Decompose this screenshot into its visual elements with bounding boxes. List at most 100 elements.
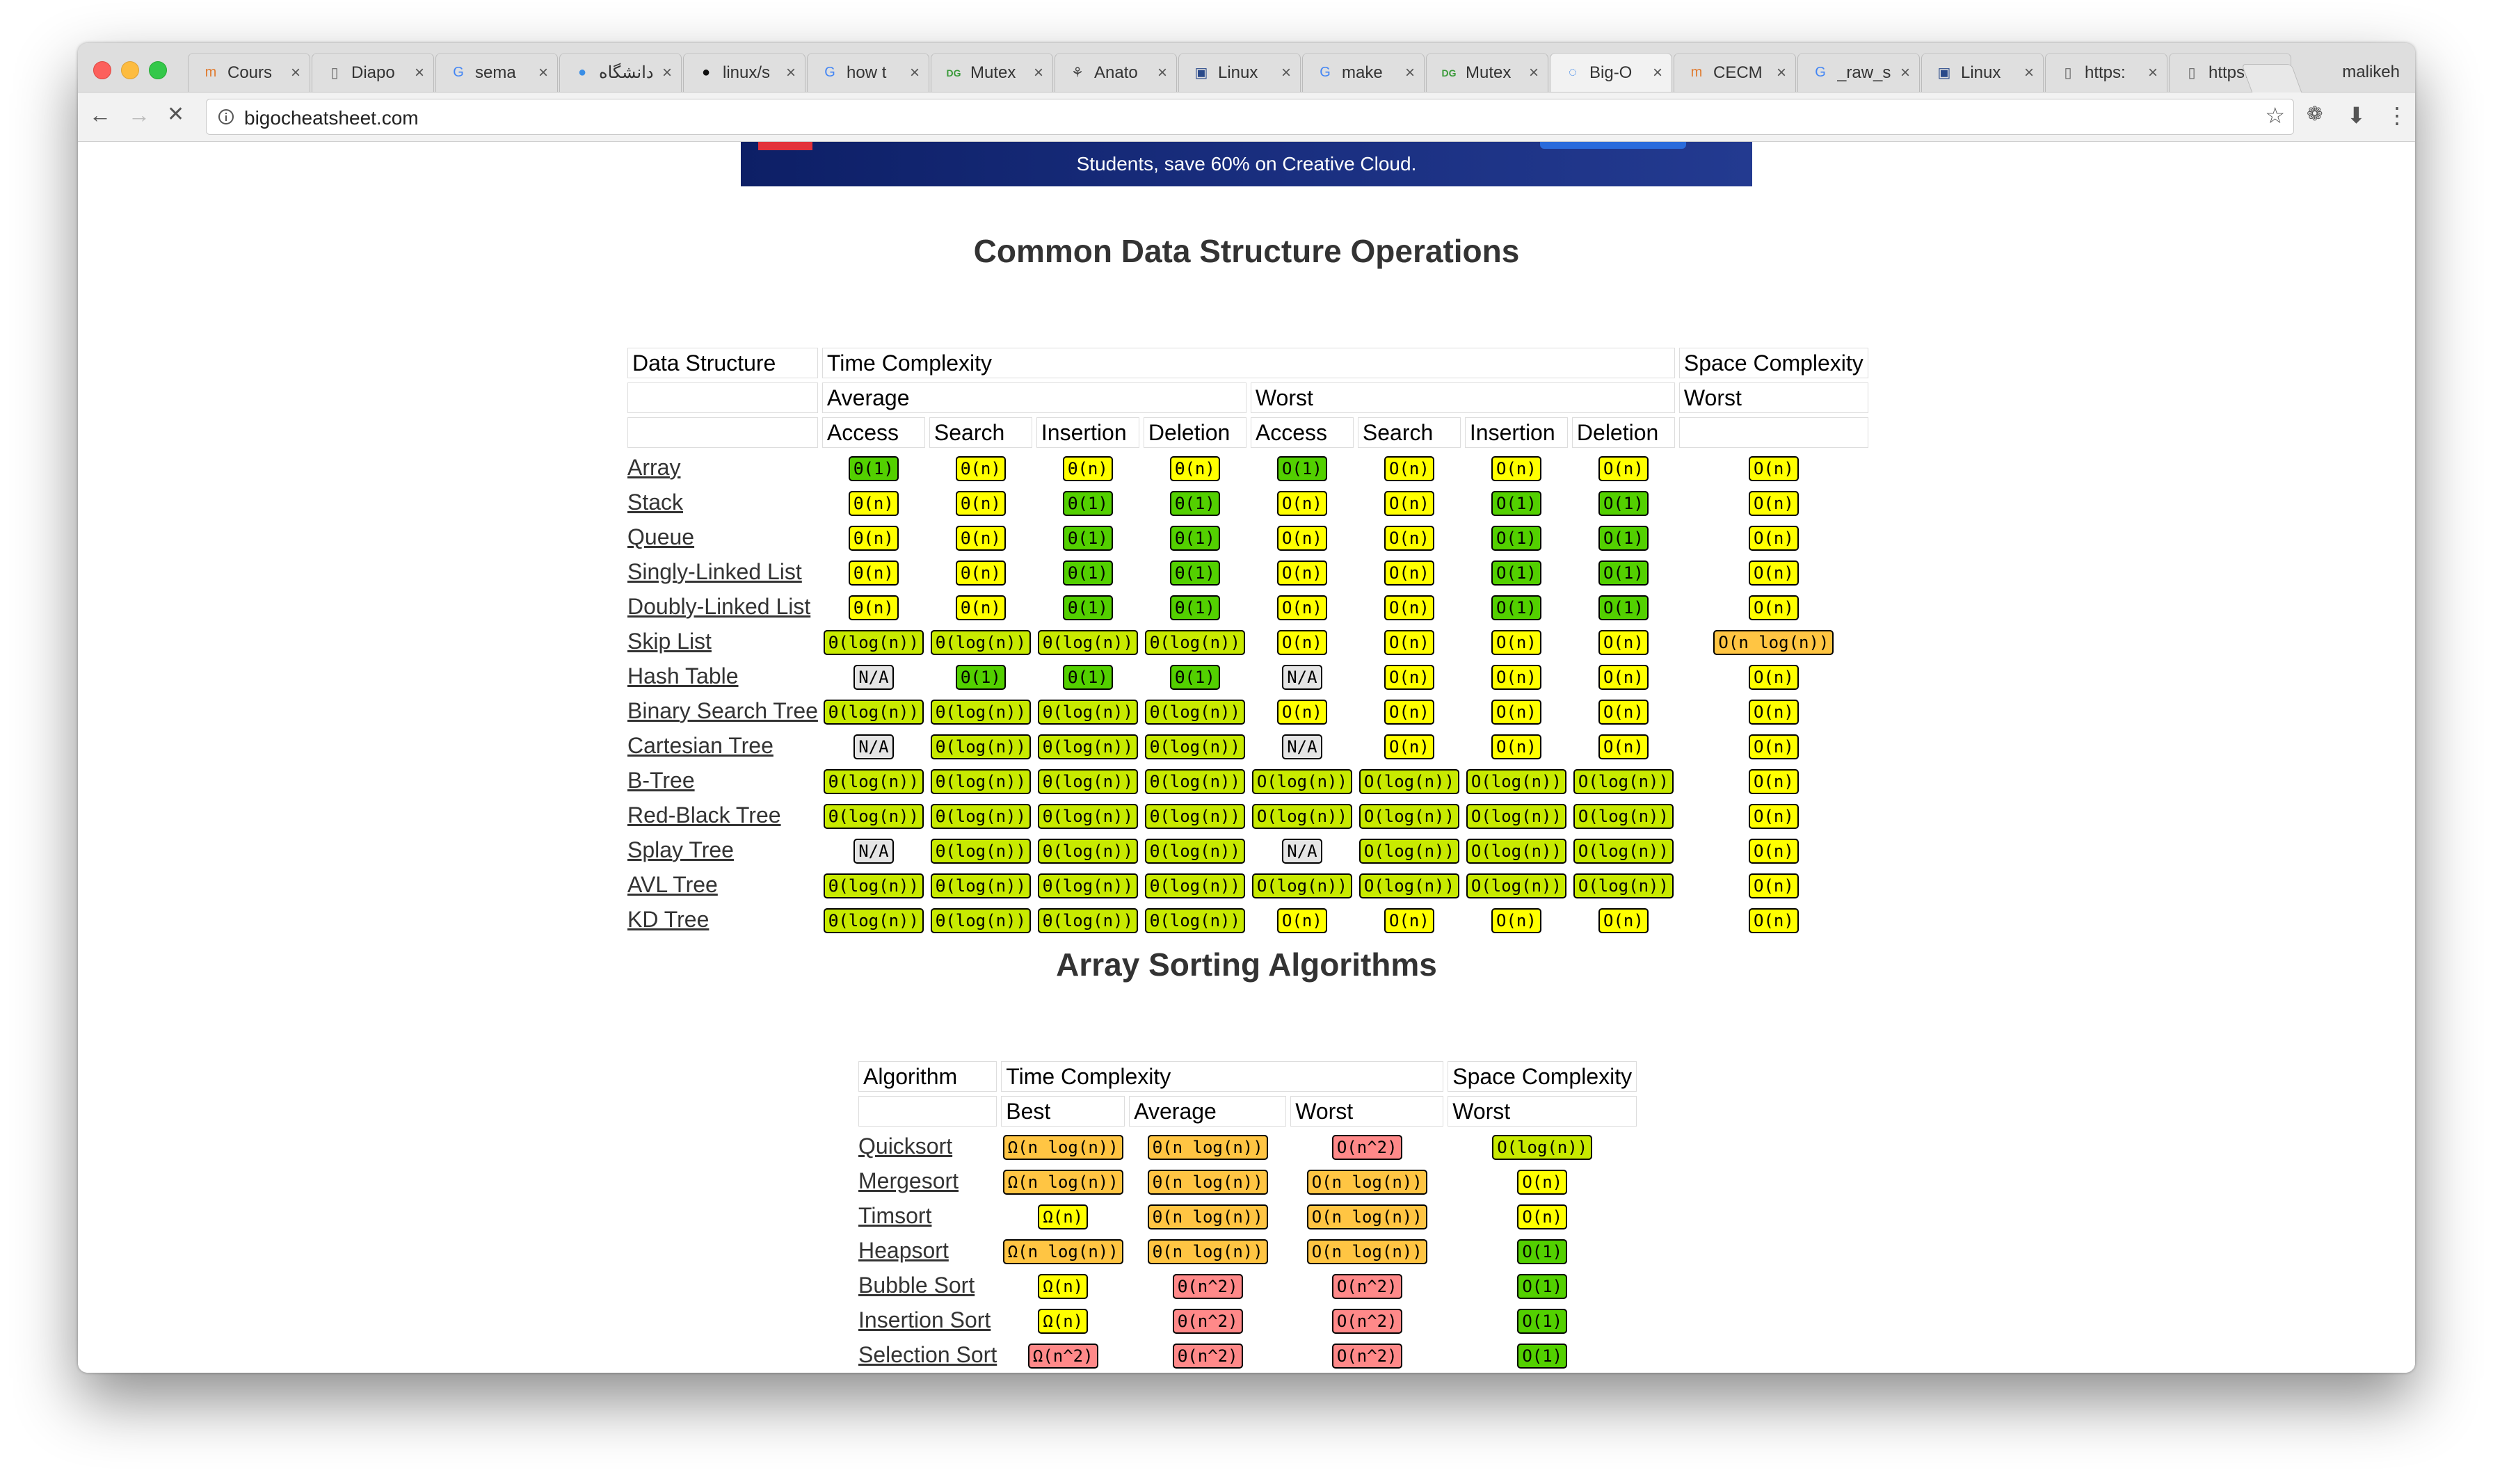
table-row: Heapsort Ω(n log(n)) Θ(n log(n)) O(n log(n)… <box>858 1235 1637 1266</box>
row-name-cell: Cartesian Tree <box>627 730 818 761</box>
tab-close-icon[interactable]: × <box>784 63 798 83</box>
tab-close-icon[interactable]: × <box>536 63 550 83</box>
ad-banner[interactable]: Students, save 60% on Creative Cloud. <box>741 142 1752 186</box>
complexity-badge: O(n) <box>1598 908 1649 933</box>
tab-15[interactable]: ▯ https: × <box>2045 53 2167 92</box>
complexity-badge: Θ(n) <box>849 525 899 551</box>
complexity-cell: O(n) <box>1572 904 1675 935</box>
ds-op-header: Access <box>1250 417 1354 448</box>
tab-close-icon[interactable]: × <box>660 63 674 83</box>
data-structure-link[interactable]: B-Tree <box>627 768 695 793</box>
data-structure-link[interactable]: KD Tree <box>627 907 709 932</box>
complexity-badge: O(n) <box>1384 455 1434 481</box>
tab-4[interactable]: ● linux/s × <box>683 53 805 92</box>
ds-op-header: Access <box>821 417 925 448</box>
tab-close-icon[interactable]: × <box>2146 63 2160 83</box>
maximize-window-button[interactable] <box>149 61 167 79</box>
data-structure-link[interactable]: Cartesian Tree <box>627 733 773 758</box>
data-structure-link[interactable]: Hash Table <box>627 663 739 688</box>
forward-arrow-icon[interactable]: → <box>128 102 150 128</box>
tab-close-icon[interactable]: × <box>1403 63 1417 83</box>
complexity-cell: Ω(n^2) <box>1001 1339 1125 1370</box>
tab-7[interactable]: ⚘ Anato × <box>1055 53 1177 92</box>
tab-0[interactable]: m Cours × <box>188 53 310 92</box>
complexity-badge: Ω(n log(n)) <box>1002 1169 1123 1195</box>
tab-close-icon[interactable]: × <box>1774 63 1788 83</box>
tab-8[interactable]: ▣ Linux × <box>1178 53 1301 92</box>
download-icon[interactable]: ⬇ <box>2347 102 2366 129</box>
new-tab-button[interactable] <box>2241 64 2302 93</box>
tab-close-icon[interactable]: × <box>1032 63 1045 83</box>
complexity-badge: Θ(log(n)) <box>1144 699 1245 725</box>
extension-icon[interactable]: ❁ <box>2307 102 2323 125</box>
algorithm-link[interactable]: Selection Sort <box>858 1342 997 1367</box>
complexity-badge: O(n) <box>1598 629 1649 655</box>
complexity-badge: Ω(n log(n)) <box>1002 1134 1123 1160</box>
close-window-button[interactable] <box>93 61 111 79</box>
complexity-cell: Θ(log(n)) <box>929 695 1032 726</box>
data-structure-link[interactable]: Stack <box>627 490 683 515</box>
complexity-cell: Θ(n log(n)) <box>1129 1200 1286 1231</box>
tab-1[interactable]: ▯ Diapo × <box>312 53 434 92</box>
tab-close-icon[interactable]: × <box>2022 63 2036 83</box>
tab-5[interactable]: Ghow t × <box>807 53 929 92</box>
data-structure-link[interactable]: Skip List <box>627 629 712 654</box>
data-structure-link[interactable]: Queue <box>627 524 694 549</box>
tab-list: m Cours × ▯ Diapo × Gsema × ● دانشگاه × ● linux/s × Gh… <box>188 53 2293 92</box>
complexity-cell: Θ(n^2) <box>1129 1339 1286 1370</box>
menu-kebab-icon[interactable]: ⋮ <box>2386 102 2408 129</box>
minimize-window-button[interactable] <box>121 61 139 79</box>
tab-11[interactable]: ◌ Big-O × <box>1550 53 1672 92</box>
complexity-cell: O(n log(n)) <box>1290 1166 1443 1196</box>
info-icon[interactable] <box>218 108 234 125</box>
bookmark-star-icon[interactable]: ☆ <box>2265 102 2285 129</box>
algorithm-link[interactable]: Bubble Sort <box>858 1273 975 1298</box>
tab-close-icon[interactable]: × <box>289 63 303 83</box>
complexity-badge: O(1) <box>1598 525 1649 551</box>
data-structure-link[interactable]: Binary Search Tree <box>627 698 818 723</box>
tab-13[interactable]: G _raw_s × <box>1797 53 1920 92</box>
complexity-badge: O(1) <box>1491 595 1541 620</box>
data-structure-link[interactable]: Array <box>627 455 680 480</box>
back-arrow-icon[interactable]: ← <box>89 102 111 128</box>
tab-14[interactable]: ▣ Linux × <box>1921 53 2044 92</box>
algorithm-link[interactable]: Quicksort <box>858 1134 952 1159</box>
tab-close-icon[interactable]: × <box>1279 63 1293 83</box>
algorithm-link[interactable]: Heapsort <box>858 1238 949 1263</box>
complexity-cell: O(log(n)) <box>1572 800 1675 830</box>
tab-6[interactable]: DG Mutex × <box>931 53 1053 92</box>
ds-op-header: Search <box>1357 417 1461 448</box>
complexity-cell: O(n log(n)) <box>1679 626 1868 656</box>
tab-12[interactable]: m CECM × <box>1674 53 1796 92</box>
data-structure-link[interactable]: Singly-Linked List <box>627 559 802 584</box>
tab-close-icon[interactable]: × <box>908 63 922 83</box>
algorithm-link[interactable]: Mergesort <box>858 1168 959 1193</box>
data-structure-link[interactable]: AVL Tree <box>627 872 718 897</box>
profile-name[interactable]: malikeh <box>2342 63 2400 82</box>
tab-close-icon[interactable]: × <box>412 63 426 83</box>
tab-close-icon[interactable]: × <box>1898 63 1912 83</box>
tab-close-icon[interactable]: × <box>1651 63 1665 83</box>
tab-10[interactable]: DG Mutex × <box>1426 53 1548 92</box>
tab-close-icon[interactable]: × <box>1527 63 1541 83</box>
complexity-badge: O(n) <box>1517 1169 1568 1195</box>
tab-close-icon[interactable]: × <box>1155 63 1169 83</box>
url-text[interactable]: bigocheatsheet.com <box>244 107 419 129</box>
algorithm-link[interactable]: Insertion Sort <box>858 1307 991 1332</box>
stop-loading-icon[interactable]: ✕ <box>167 102 184 127</box>
tab-label: Linux <box>1218 63 1258 82</box>
tab-3[interactable]: ● دانشگاه × <box>559 53 682 92</box>
data-structure-link[interactable]: Doubly-Linked List <box>627 594 810 619</box>
complexity-cell: O(1) <box>1465 556 1568 587</box>
tab-9[interactable]: Gmake × <box>1302 53 1425 92</box>
data-structure-link[interactable]: Red-Black Tree <box>627 803 781 828</box>
data-structure-link[interactable]: Splay Tree <box>627 837 734 862</box>
complexity-badge: Θ(n) <box>1063 455 1113 481</box>
tab-2[interactable]: Gsema × <box>435 53 558 92</box>
address-bar[interactable]: bigocheatsheet.com ☆ <box>206 99 2294 135</box>
table-row: Timsort Ω(n) Θ(n log(n)) O(n log(n)) O(n) <box>858 1200 1637 1231</box>
row-name-cell: Queue <box>627 522 818 552</box>
complexity-badge: Θ(n log(n)) <box>1147 1134 1268 1160</box>
complexity-cell: O(1) <box>1572 487 1675 517</box>
algorithm-link[interactable]: Timsort <box>858 1203 931 1228</box>
